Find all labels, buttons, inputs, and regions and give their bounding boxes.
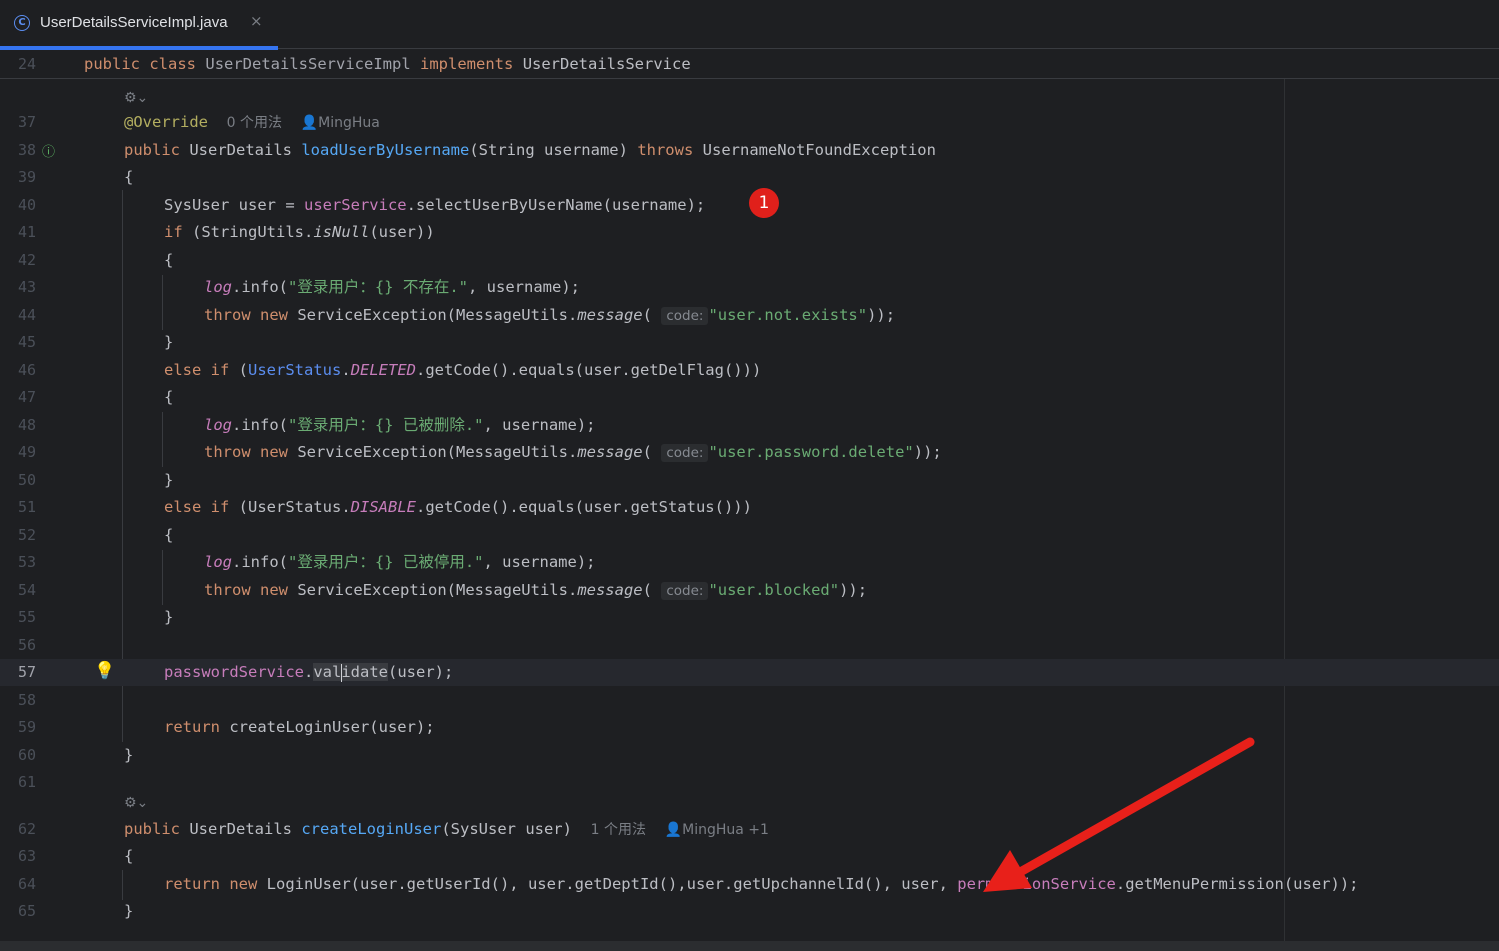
code-editor[interactable]: 24 public class UserDetailsServiceImpl i… — [0, 50, 1499, 941]
code-line-53[interactable]: 53 log.info("登录用户：{} 已被停用.", username); — [0, 549, 1499, 576]
author-hint: MingHua — [318, 115, 380, 131]
code-line-41[interactable]: 41 if (StringUtils.isNull(user)) — [0, 219, 1499, 246]
line-number: 62 — [17, 820, 36, 838]
code-line-39[interactable]: { — [124, 164, 133, 191]
tab-title: UserDetailsServiceImpl.java — [40, 14, 228, 31]
line-number: 40 — [17, 196, 36, 214]
line-number: 63 — [17, 847, 36, 865]
status-bar — [0, 941, 1499, 951]
lightbulb-icon[interactable]: 💡 — [94, 661, 115, 681]
author-icon: 👤 — [300, 115, 319, 131]
code-line-46[interactable]: 46 else if (UserStatus.DELETED.getCode()… — [0, 357, 1499, 384]
line-number: 44 — [17, 306, 36, 324]
line-number: 41 — [17, 223, 36, 241]
code-line-49[interactable]: 49 throw new ServiceException(MessageUti… — [0, 439, 1499, 466]
code-line-48[interactable]: 48 log.info("登录用户：{} 已被删除.", username); — [0, 412, 1499, 439]
line-number: 46 — [17, 361, 36, 379]
line-number: 51 — [17, 498, 36, 516]
line-number: 53 — [17, 553, 36, 571]
implements-method-icon[interactable]: ⓘ — [42, 141, 55, 160]
sticky-class-header[interactable]: 24 public class UserDetailsServiceImpl i… — [0, 50, 1499, 79]
line-number: 56 — [17, 636, 36, 654]
code-line-63[interactable]: { — [124, 843, 133, 870]
line-number: 47 — [17, 388, 36, 406]
line-number: 59 — [17, 718, 36, 736]
code-line-44[interactable]: 44 throw new ServiceException(MessageUti… — [0, 302, 1499, 329]
code-line-64[interactable]: 64 return new LoginUser(user.getUserId()… — [0, 871, 1499, 898]
line-number: 64 — [17, 875, 36, 893]
parameter-hint: code: — [661, 582, 709, 600]
annotation-badge: 1 — [749, 188, 779, 218]
line-number: 42 — [17, 251, 36, 269]
code-line-59[interactable]: 59 return createLoginUser(user); — [0, 714, 1499, 741]
code-line-43[interactable]: 43 log.info("登录用户：{} 不存在.", username); — [0, 274, 1499, 301]
line-number: 55 — [17, 608, 36, 626]
tab-userdetailsserviceimpl[interactable]: C UserDetailsServiceImpl.java × — [0, 0, 278, 50]
line-number: 54 — [17, 581, 36, 599]
code-vision-icon[interactable]: ⚙⌄ — [124, 90, 148, 106]
code-line-47[interactable]: { — [164, 384, 173, 411]
line-number: 65 — [17, 902, 36, 920]
code-line-52[interactable]: { — [164, 522, 173, 549]
code-line-60[interactable]: } — [124, 742, 133, 769]
code-line-37[interactable]: 37 @Override 0 个用法 👤MingHua — [0, 109, 1499, 136]
line-number: 60 — [17, 746, 36, 764]
close-icon[interactable]: × — [250, 12, 263, 30]
usages-hint: 1 个用法 — [590, 822, 647, 838]
code-line-65[interactable]: } — [124, 898, 133, 925]
line-number: 58 — [17, 691, 36, 709]
code-line-57-current[interactable]: 57 💡 passwordService.validate(user); — [0, 659, 1499, 686]
author-hint: MingHua +1 — [682, 822, 769, 838]
code-line-62[interactable]: 62 public UserDetails createLoginUser(Sy… — [0, 816, 1499, 843]
line-number: 52 — [17, 526, 36, 544]
code-line-55[interactable]: } — [164, 604, 173, 631]
parameter-hint: code: — [661, 307, 709, 325]
line-number: 43 — [17, 278, 36, 296]
line-number: 50 — [17, 471, 36, 489]
parameter-hint: code: — [661, 444, 709, 462]
line-number: 24 — [17, 55, 36, 73]
line-number: 39 — [17, 168, 36, 186]
code-line: public class UserDetailsServiceImpl impl… — [84, 55, 691, 73]
line-number: 38 — [17, 141, 36, 159]
usages-hint: 0 个用法 — [226, 115, 283, 131]
code-line-42[interactable]: { — [164, 247, 173, 274]
class-icon: C — [14, 15, 30, 31]
line-number: 57 — [17, 663, 36, 681]
editor-tab-bar: C UserDetailsServiceImpl.java × — [0, 0, 1499, 50]
code-line-54[interactable]: 54 throw new ServiceException(MessageUti… — [0, 577, 1499, 604]
code-line-38[interactable]: 38 ⓘ public UserDetails loadUserByUserna… — [0, 137, 1499, 164]
code-line-45[interactable]: } — [164, 329, 173, 356]
code-line-51[interactable]: 51 else if (UserStatus.DISABLE.getCode()… — [0, 494, 1499, 521]
line-number: 45 — [17, 333, 36, 351]
line-number: 49 — [17, 443, 36, 461]
line-number: 61 — [17, 773, 36, 791]
line-number: 48 — [17, 416, 36, 434]
code-line-50[interactable]: } — [164, 467, 173, 494]
author-icon: 👤 — [664, 822, 683, 838]
line-number: 37 — [17, 113, 36, 131]
code-vision-icon[interactable]: ⚙⌄ — [124, 795, 148, 811]
